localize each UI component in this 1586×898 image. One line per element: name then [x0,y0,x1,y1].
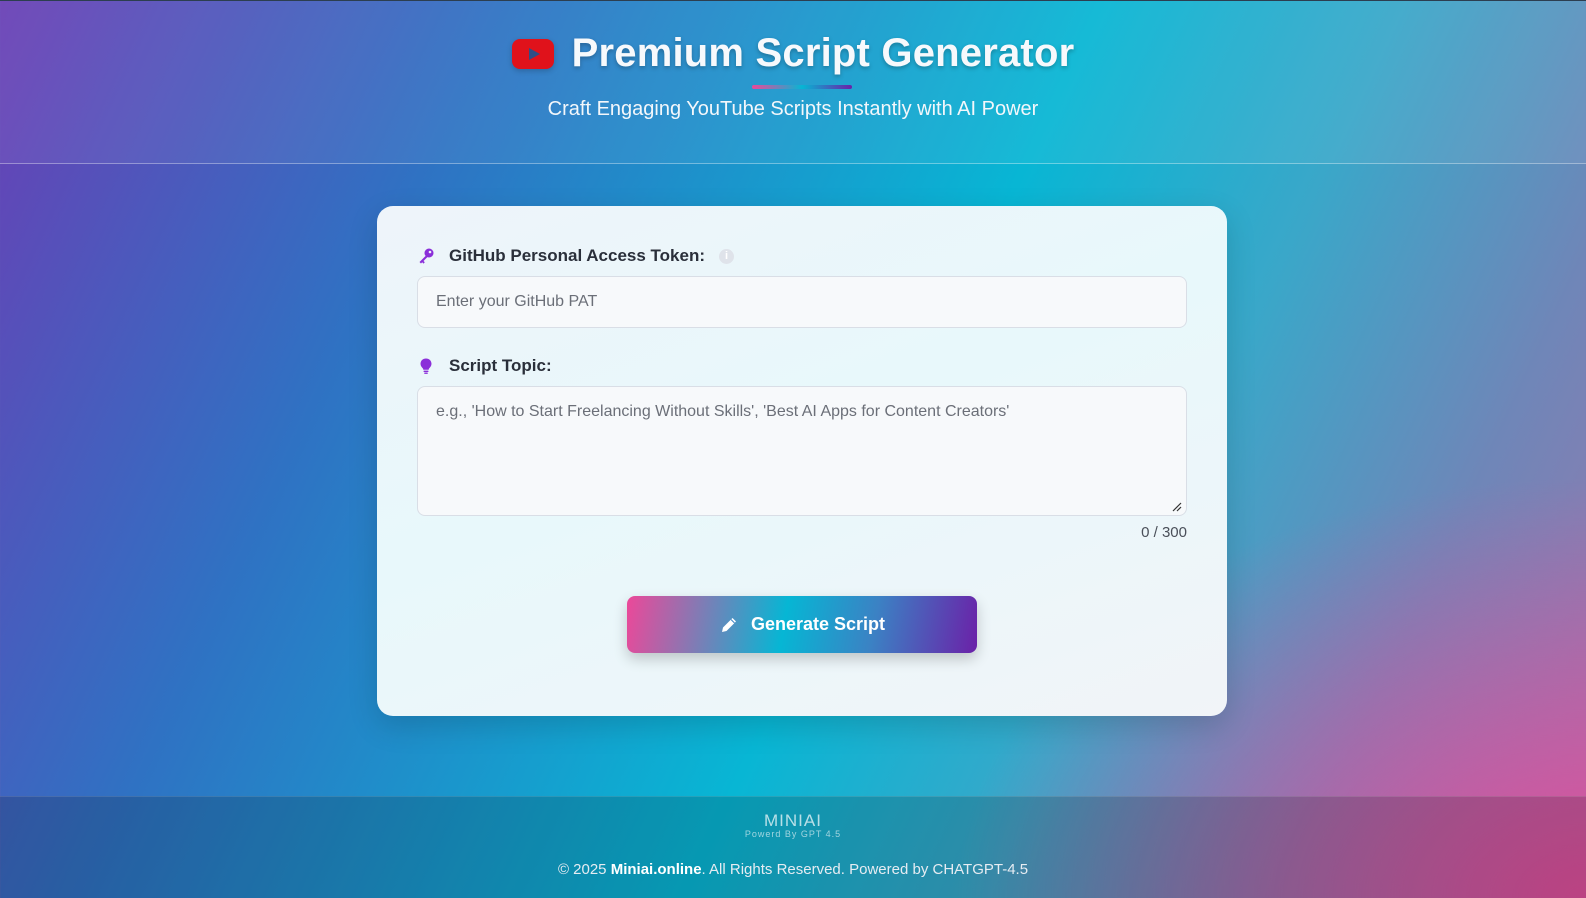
token-label-row: GitHub Personal Access Token: i [417,246,735,266]
key-icon [419,248,434,264]
resize-handle-icon[interactable] [1172,502,1182,512]
title-row: Premium Script Generator [0,31,1586,76]
topic-label: Script Topic: [449,356,552,375]
token-label: GitHub Personal Access Token: [449,246,706,265]
script-topic-textarea[interactable] [417,386,1187,516]
script-form-card: GitHub Personal Access Token: i Script T… [377,206,1227,716]
info-icon[interactable]: i [719,248,735,264]
copyright-prefix: © 2025 [557,861,611,878]
page-footer: MINIAI Powerd By GPT 4.5 © 2025 Miniai.o… [0,796,1586,898]
pencil-icon [721,617,736,632]
character-counter: 0 / 300 [1141,524,1187,541]
copyright-suffix: . All Rights Reserved. Powered by CHATGP… [701,861,1029,878]
footer-logo-text: MINIAI [764,811,822,830]
copyright-text: © 2025 Miniai.online. All Rights Reserve… [0,861,1586,878]
page-title: Premium Script Generator [571,31,1075,75]
youtube-icon [511,38,554,69]
generate-script-button[interactable]: Generate Script [627,596,977,653]
lightbulb-icon [420,358,432,374]
title-underline [752,85,852,89]
footer-logo: MINIAI Powerd By GPT 4.5 [0,811,1586,839]
generate-script-label: Generate Script [750,614,886,634]
site-link[interactable]: Miniai.online [611,861,702,878]
page-header: Premium Script Generator Craft Engaging … [0,0,1586,164]
footer-logo-tagline: Powerd By GPT 4.5 [744,829,842,839]
github-token-input[interactable] [417,276,1187,328]
page-subtitle: Craft Engaging YouTube Scripts Instantly… [547,98,1039,120]
topic-label-row: Script Topic: [417,356,552,376]
